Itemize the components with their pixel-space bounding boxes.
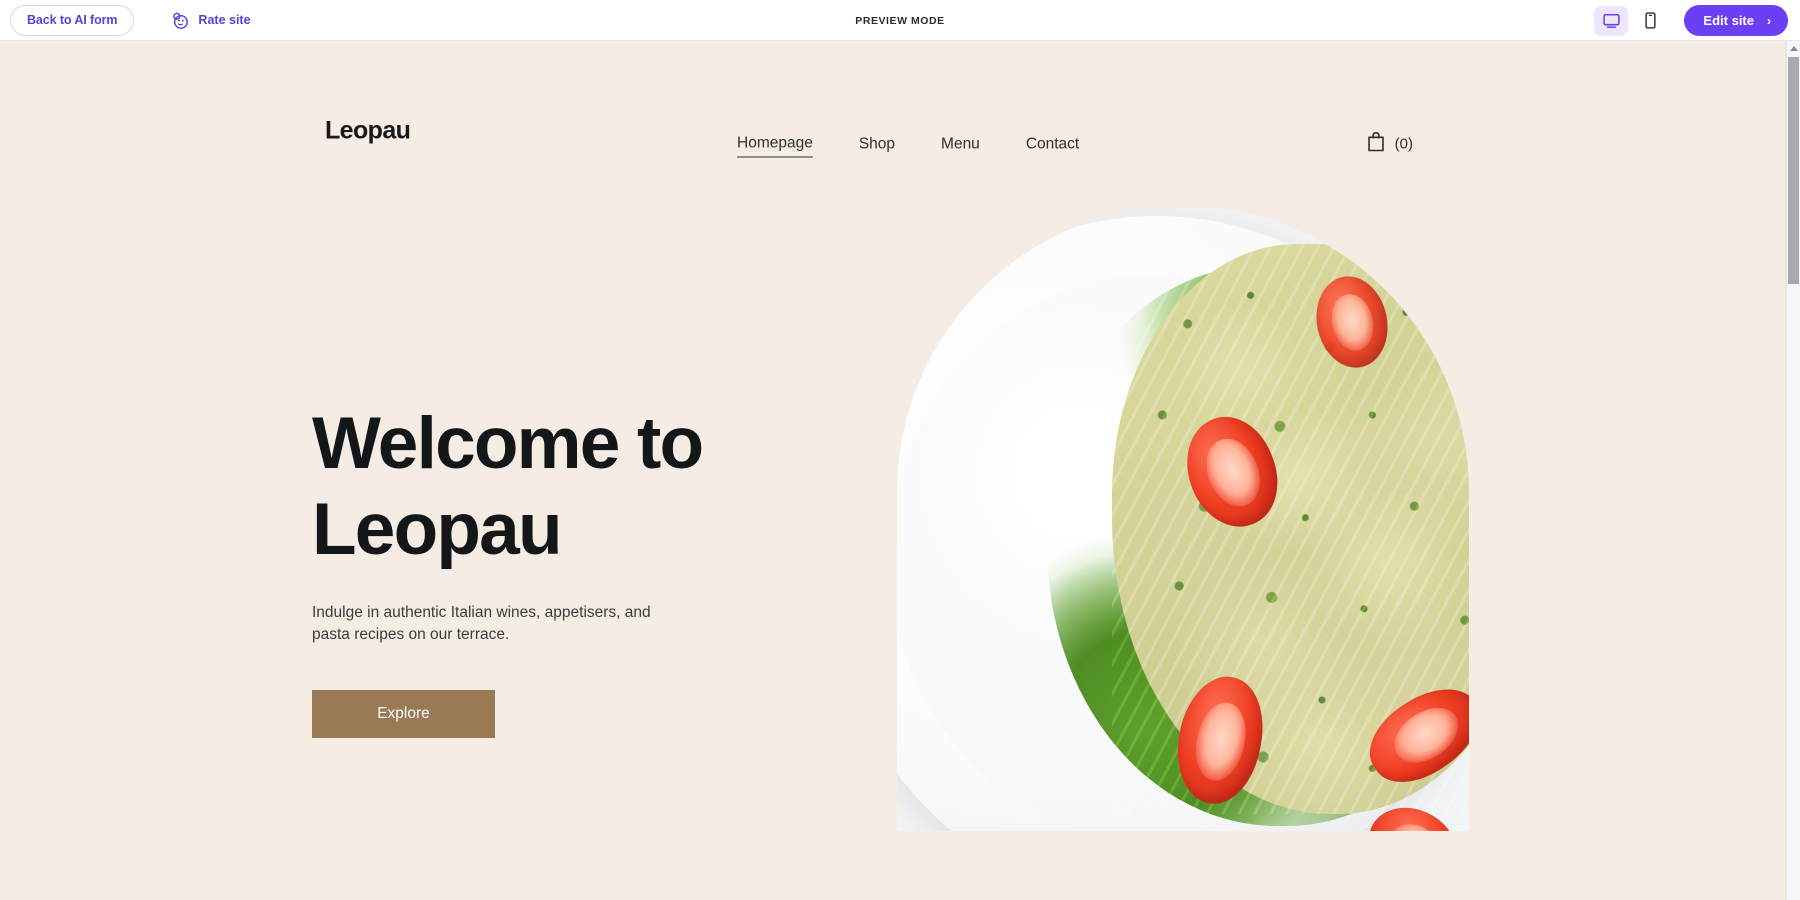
site-navigation: Homepage Shop Menu Contact [737,135,1079,158]
desktop-monitor-icon [1602,11,1621,30]
cart-count-label: (0) [1394,135,1413,153]
nav-item-contact[interactable]: Contact [1026,135,1079,157]
explore-button[interactable]: Explore [312,690,495,738]
nav-item-homepage[interactable]: Homepage [737,135,813,158]
back-to-ai-form-button[interactable]: Back to AI form [10,4,135,36]
hero-image [897,206,1469,831]
preview-toolbar-right: Edit site › [1594,0,1788,41]
scroll-up-arrow-icon[interactable] [1787,41,1800,55]
shopping-bag-icon [1366,131,1386,158]
nav-item-shop[interactable]: Shop [859,135,895,157]
mobile-view-button[interactable] [1633,6,1667,36]
nav-item-menu[interactable]: Menu [941,135,980,157]
mobile-phone-icon [1642,11,1659,30]
hero-text-block: Welcome to Leopau Indulge in authentic I… [312,401,872,738]
site-header: Leopau Homepage Shop Menu Contact (0) [0,41,1788,158]
chevron-right-icon: › [1767,13,1771,28]
preview-mode-label: PREVIEW MODE [855,14,945,27]
hero-title: Welcome to Leopau [312,403,704,570]
desktop-view-button[interactable] [1594,5,1629,36]
site-logo[interactable]: Leopau [325,117,411,146]
cart-button[interactable]: (0) [1366,131,1413,158]
rate-site-label: Rate site [198,13,251,27]
scrollbar-thumb[interactable] [1788,57,1799,284]
hero-subtitle: Indulge in authentic Italian wines, appe… [312,604,651,643]
preview-toolbar: Back to AI form Rate site PREVIEW MODE E… [0,0,1800,41]
edit-site-label: Edit site [1703,13,1754,28]
site-preview-canvas: Leopau Homepage Shop Menu Contact (0) We… [0,41,1788,900]
rate-site-button[interactable]: Rate site [170,11,251,30]
smiley-rate-icon [170,11,189,30]
edit-site-button[interactable]: Edit site › [1684,5,1788,36]
vertical-scrollbar[interactable] [1786,41,1800,900]
pasta-salad-photo [897,206,1469,831]
